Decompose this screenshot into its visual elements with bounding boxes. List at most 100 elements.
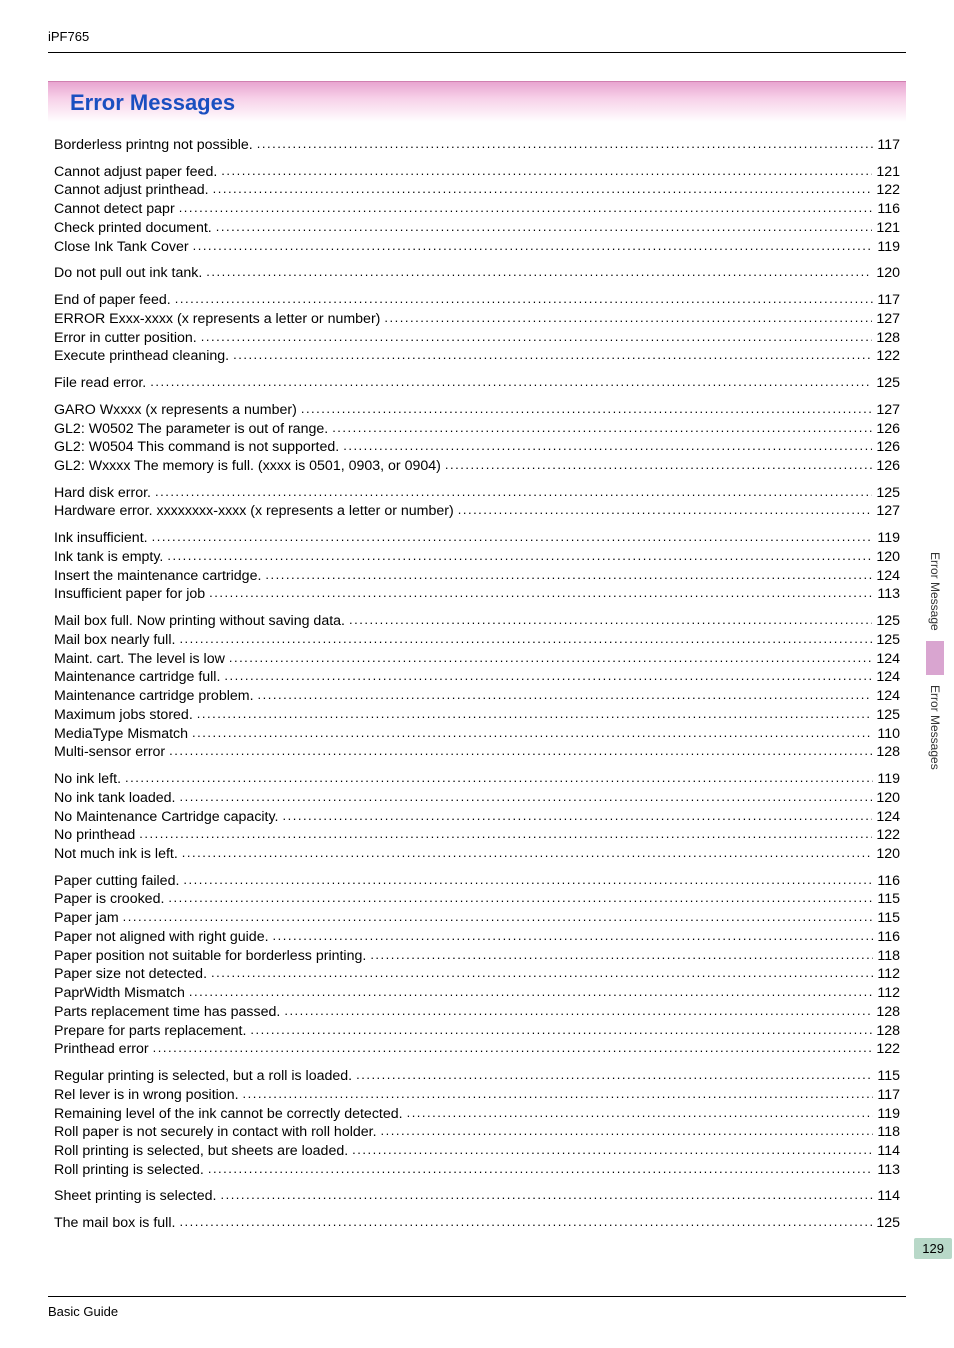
toc-label: Maximum jobs stored. — [54, 706, 193, 725]
toc-row[interactable]: GARO Wxxxx (x represents a number)......… — [54, 401, 900, 420]
toc-row[interactable]: Execute printhead cleaning..............… — [54, 347, 900, 366]
toc-label: No printhead — [54, 826, 135, 845]
toc-row[interactable]: Regular printing is selected, but a roll… — [54, 1067, 900, 1086]
toc-row[interactable]: Rel lever is in wrong position..........… — [54, 1086, 900, 1105]
toc-page: 120 — [876, 845, 900, 864]
toc-page: 126 — [876, 420, 900, 439]
toc-row[interactable]: Paper size not detected.................… — [54, 965, 900, 984]
toc-leader: ........................................… — [179, 1214, 872, 1230]
toc-row[interactable]: No ink tank loaded......................… — [54, 789, 900, 808]
toc-row[interactable]: Cannot detect papr......................… — [54, 200, 900, 219]
toc-label: GL2: W0504 This command is not supported… — [54, 438, 339, 457]
toc-leader: ........................................… — [153, 1040, 873, 1056]
toc-row[interactable]: Not much ink is left....................… — [54, 845, 900, 864]
toc-leader: ........................................… — [352, 1142, 873, 1158]
toc-row[interactable]: Maintenance cartridge full..............… — [54, 668, 900, 687]
toc-leader: ........................................… — [370, 947, 873, 963]
toc-row[interactable]: Do not pull out ink tank................… — [54, 264, 900, 283]
toc-row[interactable]: Check printed document..................… — [54, 219, 900, 238]
toc-row[interactable]: No ink left.............................… — [54, 770, 900, 789]
toc-row[interactable]: Ink insufficient........................… — [54, 529, 900, 548]
toc-row[interactable]: Paper is crooked........................… — [54, 890, 900, 909]
toc-row[interactable]: Mail box full. Now printing without savi… — [54, 612, 900, 631]
toc-page: 117 — [877, 136, 900, 155]
toc-row[interactable]: End of paper feed.......................… — [54, 291, 900, 310]
toc-row[interactable]: Prepare for parts replacement...........… — [54, 1022, 900, 1041]
toc-leader: ........................................… — [283, 808, 873, 824]
toc-leader: ........................................… — [179, 200, 874, 216]
toc-block: No ink left.............................… — [54, 770, 900, 864]
toc-row[interactable]: Cannot adjust printhead.................… — [54, 181, 900, 200]
toc-row[interactable]: Maint. cart. The level is low...........… — [54, 650, 900, 669]
side-tabs: Error Message Error Messages — [926, 550, 944, 775]
toc-page: 124 — [876, 650, 900, 669]
toc-row[interactable]: Hardware error. xxxxxxxx-xxxx (x represe… — [54, 502, 900, 521]
toc-leader: ........................................… — [125, 770, 873, 786]
toc-row[interactable]: PaprWidth Mismatch......................… — [54, 984, 900, 1003]
toc-leader: ........................................… — [139, 826, 872, 842]
toc-row[interactable]: No Maintenance Cartridge capacity.......… — [54, 808, 900, 827]
footer: Basic Guide — [48, 1296, 906, 1321]
toc-row[interactable]: Maximum jobs stored.....................… — [54, 706, 900, 725]
toc-row[interactable]: Remaining level of the ink cannot be cor… — [54, 1105, 900, 1124]
toc-label: End of paper feed. — [54, 291, 171, 310]
toc-row[interactable]: Roll printing is selected...............… — [54, 1161, 900, 1180]
toc-label: Maintenance cartridge problem. — [54, 687, 254, 706]
toc-row[interactable]: Borderless printng not possible.........… — [54, 136, 900, 155]
toc-row[interactable]: Multi-sensor error......................… — [54, 743, 900, 762]
toc-row[interactable]: Paper not aligned with right guide......… — [54, 928, 900, 947]
toc-row[interactable]: No printhead............................… — [54, 826, 900, 845]
toc-row[interactable]: Close Ink Tank Cover....................… — [54, 238, 900, 257]
toc-leader: ........................................… — [257, 136, 874, 152]
toc-row[interactable]: The mail box is full....................… — [54, 1214, 900, 1233]
toc-row[interactable]: MediaType Mismatch......................… — [54, 725, 900, 744]
toc-label: Cannot detect papr — [54, 200, 175, 219]
footer-text: Basic Guide — [48, 1304, 118, 1319]
toc-leader: ........................................… — [169, 743, 872, 759]
toc-label: Check printed document. — [54, 219, 212, 238]
toc-label: No Maintenance Cartridge capacity. — [54, 808, 279, 827]
toc-block: File read error.........................… — [54, 374, 900, 393]
toc-label: Regular printing is selected, but a roll… — [54, 1067, 352, 1086]
toc-page: 119 — [877, 529, 900, 548]
toc-row[interactable]: Maintenance cartridge problem...........… — [54, 687, 900, 706]
toc-leader: ........................................… — [284, 1003, 872, 1019]
toc-row[interactable]: Printhead error.........................… — [54, 1040, 900, 1059]
toc-row[interactable]: Paper jam...............................… — [54, 909, 900, 928]
toc-page: 125 — [876, 1214, 900, 1233]
side-tab-chapter: Error Message — [928, 550, 942, 633]
toc-row[interactable]: Mail box nearly full....................… — [54, 631, 900, 650]
toc-row[interactable]: GL2: Wxxxx The memory is full. (xxxx is … — [54, 457, 900, 476]
toc-leader: ........................................… — [332, 420, 872, 436]
toc-row[interactable]: ERROR Exxx-xxxx (x represents a letter o… — [54, 310, 900, 329]
toc-row[interactable]: Insufficient paper for job..............… — [54, 585, 900, 604]
toc-page: 118 — [877, 947, 900, 966]
toc-row[interactable]: Ink tank is empty.......................… — [54, 548, 900, 567]
toc-row[interactable]: GL2: W0502 The parameter is out of range… — [54, 420, 900, 439]
toc-row[interactable]: Cannot adjust paper feed................… — [54, 163, 900, 182]
toc-page: 125 — [876, 612, 900, 631]
toc-page: 113 — [877, 585, 900, 604]
toc-leader: ........................................… — [229, 650, 872, 666]
header: iPF765 — [48, 28, 906, 46]
toc-row[interactable]: File read error.........................… — [54, 374, 900, 393]
toc-page: 116 — [877, 200, 900, 219]
toc-row[interactable]: Paper cutting failed....................… — [54, 872, 900, 891]
toc-leader: ........................................… — [183, 872, 873, 888]
toc-page: 119 — [877, 238, 900, 257]
toc-row[interactable]: Roll printing is selected, but sheets ar… — [54, 1142, 900, 1161]
toc-row[interactable]: Sheet printing is selected..............… — [54, 1187, 900, 1206]
toc-row[interactable]: Error in cutter position................… — [54, 329, 900, 348]
toc-row[interactable]: Insert the maintenance cartridge........… — [54, 567, 900, 586]
toc-label: Ink tank is empty. — [54, 548, 163, 567]
toc-row[interactable]: Roll paper is not securely in contact wi… — [54, 1123, 900, 1142]
toc-row[interactable]: Hard disk error.........................… — [54, 484, 900, 503]
toc-row[interactable]: GL2: W0504 This command is not supported… — [54, 438, 900, 457]
toc-row[interactable]: Paper position not suitable for borderle… — [54, 947, 900, 966]
toc-row[interactable]: Parts replacement time has passed.......… — [54, 1003, 900, 1022]
toc-page: 115 — [877, 890, 900, 909]
toc-page: 121 — [876, 219, 900, 238]
toc-label: PaprWidth Mismatch — [54, 984, 185, 1003]
toc-label: Remaining level of the ink cannot be cor… — [54, 1105, 403, 1124]
toc-label: MediaType Mismatch — [54, 725, 188, 744]
